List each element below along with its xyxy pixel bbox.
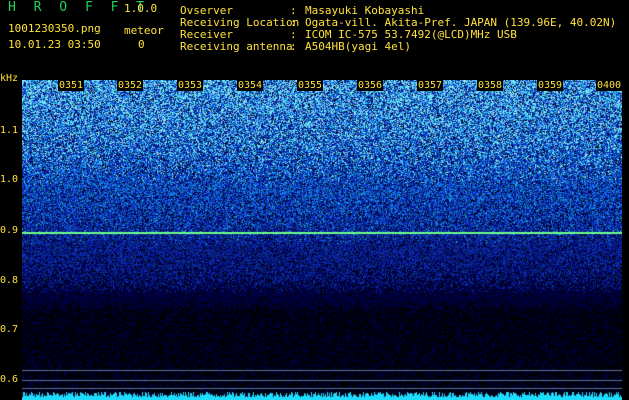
y-tick-label: 0.8 <box>0 275 19 286</box>
spectrogram-canvas <box>22 80 622 400</box>
x-tick-label: 0351 <box>58 80 85 91</box>
x-tick-label: 0400 <box>596 80 623 91</box>
y-tick-label: 1.0 <box>0 174 19 185</box>
x-tick-label: 0357 <box>417 80 444 91</box>
y-tick-label: 0.7 <box>0 324 19 335</box>
x-tick-label: 0352 <box>117 80 144 91</box>
info-label-antenna: Receiving antenna <box>180 40 293 53</box>
meteor-label: meteor <box>124 24 164 37</box>
file-name: 1001230350.png <box>8 22 101 35</box>
capture-datetime: 10.01.23 03:50 <box>8 38 101 51</box>
y-tick-label: 0.6 <box>0 374 19 385</box>
y-axis-unit: kHz <box>0 73 19 84</box>
x-tick-label: 0359 <box>537 80 564 91</box>
x-tick-label: 0356 <box>357 80 384 91</box>
y-tick-label: 0.9 <box>0 225 19 236</box>
info-separator: : <box>290 40 297 53</box>
x-tick-label: 0358 <box>477 80 504 91</box>
app-version: 1.0.0 <box>124 2 158 15</box>
meteor-count: 0 <box>138 38 145 51</box>
x-tick-label: 0355 <box>297 80 324 91</box>
info-value-antenna: A504HB(yagi 4el) <box>305 40 411 53</box>
x-tick-label: 0353 <box>177 80 204 91</box>
x-tick-label: 0354 <box>237 80 264 91</box>
y-tick-label: 1.1 <box>0 125 19 136</box>
